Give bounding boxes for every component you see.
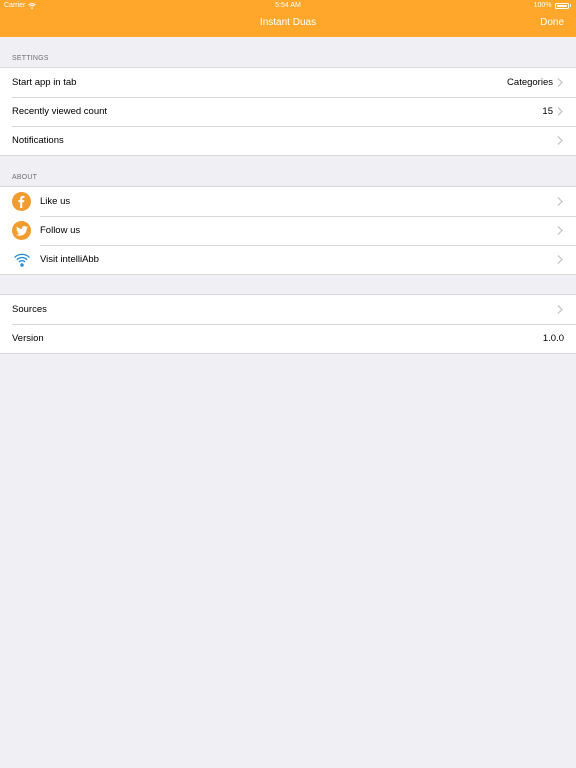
follow-us-row[interactable]: Follow us: [0, 216, 576, 245]
status-bar: Carrier 5:54 AM 100%: [0, 0, 576, 12]
done-button[interactable]: Done: [540, 17, 564, 28]
row-label: Version: [12, 333, 44, 344]
row-label: Notifications: [12, 135, 64, 146]
settings-section-header: SETTINGS: [12, 55, 49, 62]
chevron-right-icon: [557, 78, 563, 87]
battery-icon: [554, 2, 569, 9]
page-title: Instant Duas: [259, 17, 317, 28]
row-label: Visit intelliAbb: [40, 254, 99, 265]
info-group: Sources Version 1.0.0: [0, 294, 576, 354]
row-label: Follow us: [40, 225, 81, 236]
chevron-right-icon: [557, 107, 563, 116]
sources-row[interactable]: Sources: [0, 295, 576, 324]
battery-indicator: 100%: [534, 2, 571, 9]
about-group: Like us Follow us Visit intelliAbb: [0, 186, 576, 275]
twitter-icon: [12, 221, 31, 240]
version-value: 1.0.0: [542, 333, 564, 344]
row-label: Like us: [40, 196, 71, 207]
facebook-icon: [12, 192, 31, 211]
row-value: 15: [542, 106, 553, 117]
navigation-bar: Carrier 5:54 AM 100% Instant Duas Done: [0, 0, 576, 37]
settings-group: Start app in tab Categories Recently vie…: [0, 67, 576, 156]
start-app-in-tab-row[interactable]: Start app in tab Categories: [0, 68, 576, 97]
row-value: Categories: [507, 77, 553, 88]
chevron-right-icon: [557, 255, 563, 264]
version-row: Version 1.0.0: [0, 324, 576, 353]
notifications-row[interactable]: Notifications: [0, 126, 576, 155]
row-label: Start app in tab: [12, 77, 77, 88]
row-label: Sources: [12, 304, 47, 315]
like-us-row[interactable]: Like us: [0, 187, 576, 216]
recently-viewed-count-row[interactable]: Recently viewed count 15: [0, 97, 576, 126]
battery-percent: 100%: [533, 2, 552, 9]
chevron-right-icon: [557, 226, 563, 235]
visit-intelliabb-row[interactable]: Visit intelliAbb: [0, 245, 576, 274]
status-time: 5:54 AM: [275, 2, 301, 9]
chevron-right-icon: [557, 197, 563, 206]
row-label: Recently viewed count: [12, 106, 108, 117]
about-section-header: ABOUT: [12, 174, 38, 181]
wifi-icon: [12, 250, 31, 269]
chevron-right-icon: [557, 136, 563, 145]
chevron-right-icon: [557, 305, 563, 314]
battery-tip: [569, 4, 571, 7]
